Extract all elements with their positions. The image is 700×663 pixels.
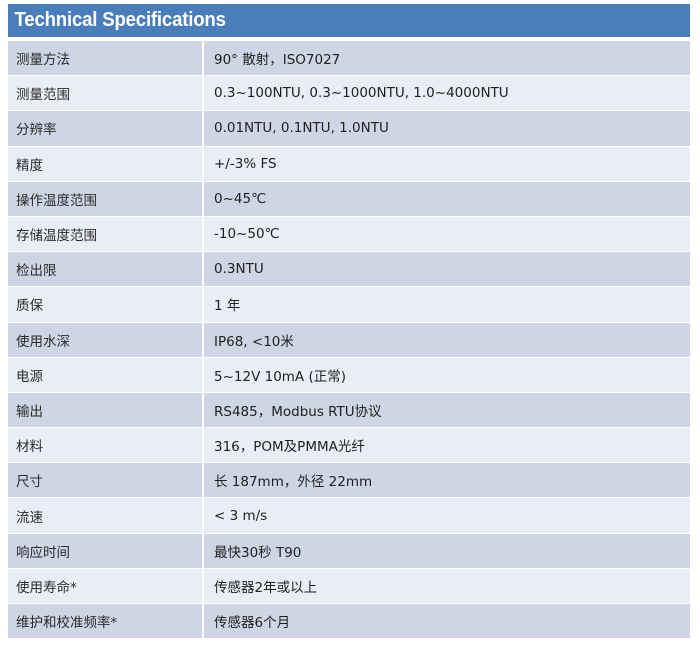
spec-label-cell: 操作温度范围 [8, 181, 204, 217]
specifications-table: 测量方法 90° 散射，ISO7027 测量范围 0.3~100NTU, 0.3~10… [8, 41, 690, 640]
spec-label-cell: 质保 [8, 287, 204, 323]
spec-value-cell: < 3 m/s [204, 498, 690, 534]
spec-value-cell: 5~12V 10mA (正常) [204, 357, 690, 393]
spec-label-cell: 尺寸 [8, 463, 204, 499]
spec-value-cell: 90° 散射，ISO7027 [204, 41, 690, 77]
spec-label-cell: 存储温度范围 [8, 216, 204, 253]
technical-specifications-panel: Technical Specifications 测量方法 90° 散射，ISO7… [0, 0, 700, 663]
specifications-table-body: 测量方法 90° 散射，ISO7027 测量范围 0.3~100NTU, 0.3~10… [8, 41, 690, 640]
spec-value-cell: 传感器2年或以上 [204, 568, 690, 604]
spec-value-cell: 0.3~100NTU, 0.3~1000NTU, 1.0~4000NTU [204, 76, 690, 112]
spec-value-cell: RS485，Modbus RTU协议 [204, 392, 690, 429]
spec-label-cell: 测量方法 [8, 41, 204, 77]
spec-label-cell: 响应时间 [8, 533, 204, 569]
panel-header: Technical Specifications [8, 4, 690, 37]
spec-value-cell: -10~50℃ [204, 216, 690, 253]
table-row: 存储温度范围 -10~50℃ [8, 216, 690, 253]
spec-value-cell: 长 187mm，外径 22mm [204, 463, 690, 499]
spec-label-cell: 分辨率 [8, 111, 204, 147]
table-row: 尺寸长 187mm，外径 22mm [8, 463, 690, 499]
spec-label-cell: 流速 [8, 498, 204, 534]
table-row: 输出 RS485，Modbus RTU协议 [8, 392, 690, 429]
page-title: Technical Specifications [14, 9, 226, 31]
spec-label-cell: 电源 [8, 357, 204, 393]
table-row: 质保 1 年 [8, 287, 690, 323]
spec-value-cell: 0.01NTU, 0.1NTU, 1.0NTU [204, 111, 690, 147]
table-row: 分辨率 0.01NTU, 0.1NTU, 1.0NTU [8, 111, 690, 147]
table-row: 操作温度范围 0~45℃ [8, 181, 690, 217]
spec-value-cell: 传感器6个月 [204, 604, 690, 640]
table-row: 测量方法 90° 散射，ISO7027 [8, 41, 690, 77]
spec-label-cell: 检出限 [8, 252, 204, 288]
spec-value-cell: 最快30秒 T90 [204, 533, 690, 569]
spec-value-cell: 316，POM及PMMA光纤 [204, 428, 690, 464]
spec-label-cell: 材料 [8, 428, 204, 464]
spec-value-cell: 0~45℃ [204, 181, 690, 217]
spec-label-cell: 使用水深 [8, 322, 204, 358]
table-row: 维护和校准频率* 传感器6个月 [8, 604, 690, 640]
table-row: 测量范围 0.3~100NTU, 0.3~1000NTU, 1.0~4000NTU [8, 76, 690, 112]
table-row: 流速 < 3 m/s [8, 498, 690, 534]
table-row: 响应时间 最快30秒 T90 [8, 533, 690, 569]
spec-label-cell: 输出 [8, 392, 204, 429]
table-row: 材料 316，POM及PMMA光纤 [8, 428, 690, 464]
table-row: 精度 +/-3% FS [8, 146, 690, 182]
spec-label-cell: 测量范围 [8, 76, 204, 112]
table-row: 使用水深 IP68, <10米 [8, 322, 690, 358]
table-row: 检出限 0.3NTU [8, 252, 690, 288]
spec-value-cell: +/-3% FS [204, 146, 690, 182]
table-row: 使用寿命* 传感器2年或以上 [8, 568, 690, 604]
spec-value-cell: IP68, <10米 [204, 322, 690, 358]
table-row: 电源 5~12V 10mA (正常) [8, 357, 690, 393]
spec-label-cell: 使用寿命* [8, 568, 204, 604]
spec-label-cell: 精度 [8, 146, 204, 182]
spec-value-cell: 1 年 [204, 287, 690, 323]
spec-value-cell: 0.3NTU [204, 252, 690, 288]
spec-label-cell: 维护和校准频率* [8, 604, 204, 640]
